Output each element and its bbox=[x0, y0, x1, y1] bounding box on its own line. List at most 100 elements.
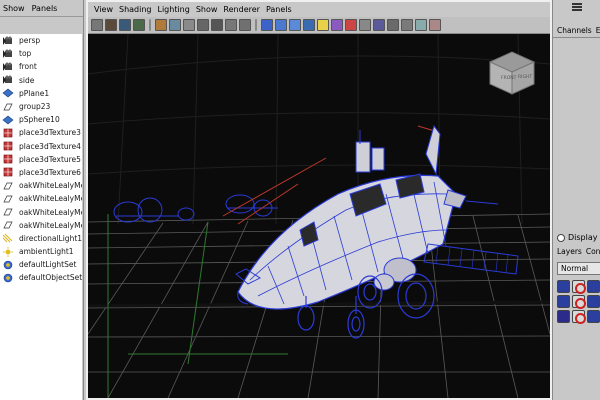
group-icon bbox=[1, 220, 15, 231]
outliner-item[interactable]: oakWhiteLealyMed bbox=[0, 205, 82, 218]
smooth-shade-icon[interactable] bbox=[275, 19, 287, 31]
menu-show[interactable]: Show bbox=[196, 5, 218, 14]
menu-lighting[interactable]: Lighting bbox=[157, 5, 189, 14]
outliner-item[interactable]: group23 bbox=[0, 100, 82, 113]
display-option[interactable]: Display bbox=[557, 233, 598, 242]
layer-visibility-icon[interactable] bbox=[557, 280, 570, 293]
view-cube[interactable]: FRONT RIGHT bbox=[488, 51, 536, 95]
snapshot-icon[interactable] bbox=[429, 19, 441, 31]
outliner-item-label: oakWhiteLealyMed bbox=[19, 207, 82, 217]
outliner-item[interactable]: place3dTexture5 bbox=[0, 153, 82, 166]
outliner-item[interactable]: oakWhiteLealyMed bbox=[0, 179, 82, 192]
outliner-item-label: oakWhiteLealyMed bbox=[19, 194, 82, 204]
display-radio[interactable] bbox=[557, 233, 565, 242]
light-icon[interactable] bbox=[317, 19, 329, 31]
xray-joints-icon[interactable] bbox=[359, 19, 371, 31]
bookmark-icon[interactable] bbox=[119, 19, 131, 31]
shadows-icon[interactable] bbox=[331, 19, 343, 31]
outliner-item-label: persp bbox=[19, 36, 41, 46]
hud-icon[interactable] bbox=[401, 19, 413, 31]
wireframe-icon[interactable] bbox=[261, 19, 273, 31]
outliner-item[interactable]: ambientLight1 bbox=[0, 245, 82, 258]
menu-panels[interactable]: Panels bbox=[266, 5, 292, 14]
camera-attributes-icon[interactable] bbox=[105, 19, 117, 31]
outliner-panel: Show Panels persp top front side pPlane1 grou… bbox=[0, 0, 84, 400]
layer-remove-icon[interactable] bbox=[572, 295, 585, 308]
outliner-menubar: Show Panels bbox=[0, 0, 83, 17]
tab-edit[interactable]: E bbox=[596, 26, 600, 35]
textured-icon[interactable] bbox=[303, 19, 315, 31]
gate-mask-icon[interactable] bbox=[197, 19, 209, 31]
shuttle-model[interactable] bbox=[88, 34, 519, 394]
xray-icon[interactable] bbox=[345, 19, 357, 31]
tab-layers[interactable]: Layers bbox=[557, 247, 582, 256]
menu-panels[interactable]: Panels bbox=[32, 4, 58, 13]
high-quality-icon[interactable] bbox=[387, 19, 399, 31]
film-gate-icon[interactable] bbox=[169, 19, 181, 31]
menu-show[interactable]: Show bbox=[3, 4, 25, 13]
outliner-item[interactable]: defaultObjectSet bbox=[0, 271, 82, 284]
set-icon bbox=[1, 272, 15, 283]
outliner-item[interactable]: side bbox=[0, 74, 82, 87]
layer-new-icon[interactable] bbox=[587, 295, 600, 308]
outliner-item[interactable]: directionalLight1 bbox=[0, 232, 82, 245]
outliner-item[interactable]: pSphere10 bbox=[0, 113, 82, 126]
layer-remove-icon[interactable] bbox=[572, 280, 585, 293]
safe-title-icon[interactable] bbox=[239, 19, 251, 31]
top-tower-2 bbox=[371, 147, 385, 171]
viewport-toolbar bbox=[88, 17, 550, 34]
texture-cube-icon bbox=[1, 167, 15, 178]
layer-empty-icon[interactable] bbox=[557, 310, 570, 323]
outliner-item[interactable]: top bbox=[0, 47, 82, 60]
outliner-item[interactable]: place3dTexture4 bbox=[0, 140, 82, 153]
outliner-item-label: directionalLight1 bbox=[19, 233, 82, 243]
rear-rod bbox=[465, 200, 499, 205]
perspective-viewport[interactable]: FRONT RIGHT bbox=[88, 34, 550, 398]
layer-visibility-icon[interactable] bbox=[557, 295, 570, 308]
layer-icons-row-2 bbox=[557, 295, 600, 308]
grid-toggle-icon[interactable] bbox=[155, 19, 167, 31]
camera-icon bbox=[1, 48, 15, 59]
group-icon bbox=[1, 101, 15, 112]
side-wing bbox=[423, 243, 519, 275]
image-plane-icon[interactable] bbox=[133, 19, 145, 31]
select-camera-icon[interactable] bbox=[91, 19, 103, 31]
wireframe-on-shaded-icon[interactable] bbox=[289, 19, 301, 31]
isolate-select-icon[interactable] bbox=[373, 19, 385, 31]
outliner-item-label: place3dTexture5 bbox=[19, 154, 81, 164]
blend-mode-dropdown[interactable]: Normal bbox=[557, 262, 600, 275]
tab-channels[interactable]: Channels bbox=[557, 26, 592, 35]
group-icon bbox=[1, 207, 15, 218]
channel-box-toggle-icon[interactable] bbox=[571, 3, 582, 5]
viewcube-front-label: FRONT bbox=[501, 75, 517, 81]
menu-view[interactable]: View bbox=[94, 5, 113, 14]
layer-new-icon[interactable] bbox=[587, 280, 600, 293]
layer-new-icon[interactable] bbox=[587, 310, 600, 323]
layer-icons-row-3 bbox=[557, 310, 600, 323]
menu-renderer[interactable]: Renderer bbox=[223, 5, 260, 14]
texture-cube-icon bbox=[1, 141, 15, 152]
camera-icon bbox=[1, 75, 15, 86]
outliner-item[interactable]: place3dTexture3 bbox=[0, 126, 82, 139]
engine-pod-2 bbox=[373, 273, 395, 291]
outliner-item[interactable]: place3dTexture6 bbox=[0, 166, 82, 179]
render-view-icon[interactable] bbox=[415, 19, 427, 31]
tab-contents[interactable]: Con bbox=[586, 247, 600, 256]
menu-shading[interactable]: Shading bbox=[119, 5, 152, 14]
outliner-item-label: place3dTexture4 bbox=[19, 141, 81, 151]
outliner-item-label: pSphere10 bbox=[19, 115, 60, 125]
outliner-item[interactable]: persp bbox=[0, 34, 82, 47]
outliner-item-label: place3dTexture6 bbox=[19, 167, 81, 177]
outliner-item[interactable]: oakWhiteLealyMed bbox=[0, 219, 82, 232]
texture-cube-icon bbox=[1, 127, 15, 138]
safe-action-icon[interactable] bbox=[225, 19, 237, 31]
outliner-list: persp top front side pPlane1 group23 pSphere10… bbox=[0, 34, 82, 400]
resolution-gate-icon[interactable] bbox=[183, 19, 195, 31]
outliner-item[interactable]: pPlane1 bbox=[0, 87, 82, 100]
rear-nozzle bbox=[443, 189, 467, 209]
outliner-item[interactable]: front bbox=[0, 60, 82, 73]
outliner-item[interactable]: oakWhiteLealyMed bbox=[0, 192, 82, 205]
field-chart-icon[interactable] bbox=[211, 19, 223, 31]
layer-remove-icon[interactable] bbox=[572, 310, 585, 323]
outliner-item[interactable]: defaultLightSet bbox=[0, 258, 82, 271]
